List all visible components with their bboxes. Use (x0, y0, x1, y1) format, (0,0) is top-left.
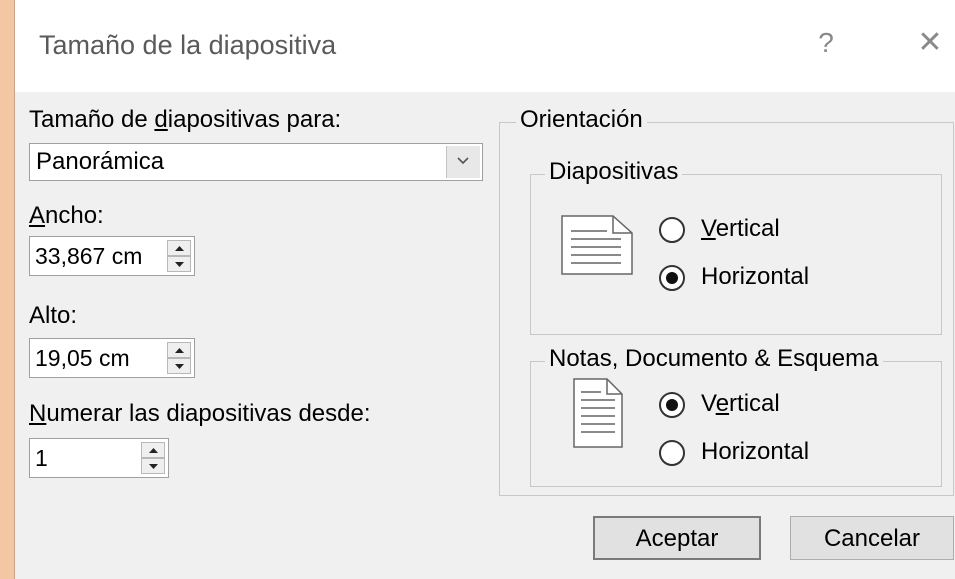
slide-size-label-mnemonic: d (154, 106, 168, 133)
width-label-mnemonic: A (29, 202, 46, 229)
width-increment-button[interactable] (167, 240, 191, 256)
landscape-page-icon (561, 215, 633, 275)
height-increment-button[interactable] (167, 342, 191, 358)
ok-button[interactable]: Aceptar (593, 516, 761, 560)
slides-horizontal-radio[interactable] (659, 265, 685, 291)
notes-legend: Notas, Documento & Esquema (545, 345, 883, 373)
orientation-group: Orientación Diapositivas Vertical Horizo… (499, 106, 954, 496)
notes-vertical-radio[interactable] (659, 392, 685, 418)
arrow-up-icon (175, 348, 184, 353)
numbering-label: Numerar las diapositivas desde: (29, 400, 371, 428)
help-icon[interactable]: ? (812, 27, 840, 59)
width-spinner[interactable]: 33,867 cm (29, 236, 195, 276)
notes-horizontal-radio[interactable] (659, 440, 685, 466)
width-label: Ancho: (29, 202, 104, 230)
height-decrement-button[interactable] (167, 358, 191, 374)
notes-vertical-pre: V (701, 390, 716, 417)
slides-vertical-mnemonic: V (701, 215, 716, 242)
title-bar: Tamaño de la diapositiva ? ✕ (15, 0, 955, 92)
slides-legend: Diapositivas (545, 158, 683, 186)
slide-size-value: Panorámica (36, 148, 165, 175)
numbering-increment-button[interactable] (141, 442, 165, 458)
width-value: 33,867 cm (35, 243, 143, 269)
height-label: Alto: (29, 302, 78, 329)
close-icon[interactable]: ✕ (915, 27, 945, 59)
arrow-down-icon (175, 262, 184, 267)
arrow-up-icon (175, 246, 184, 251)
slide-size-label-post: iapositivas para: (167, 106, 342, 133)
numbering-label-post: umerar las diapositivas desde: (46, 400, 371, 427)
slide-size-select[interactable]: Panorámica (29, 143, 483, 181)
height-spin-buttons (167, 342, 191, 374)
slide-size-label: Tamaño de diapositivas para: (29, 106, 341, 134)
slides-orientation-group: Diapositivas Vertical Horizontal (530, 158, 942, 335)
slides-vertical-post: ertical (715, 215, 780, 242)
portrait-page-icon (573, 378, 623, 448)
slide-size-label-pre: Tamaño de (29, 106, 155, 133)
numbering-decrement-button[interactable] (141, 458, 165, 474)
arrow-up-icon (149, 448, 158, 453)
notes-horizontal-label: Horizontal (701, 438, 810, 465)
notes-vertical-mnemonic: e (715, 390, 730, 417)
numbering-spinner[interactable]: 1 (29, 438, 169, 478)
arrow-down-icon (175, 364, 184, 369)
dialog-body: Tamaño de diapositivas para: Panorámica … (15, 92, 955, 579)
orientation-legend: Orientación (516, 106, 647, 134)
numbering-spin-buttons (141, 442, 165, 474)
chevron-down-icon[interactable] (446, 146, 480, 178)
slide-size-dialog: Tamaño de la diapositiva ? ✕ Tamaño de d… (14, 0, 955, 579)
numbering-label-mnemonic: N (29, 400, 47, 427)
notes-vertical-label: Vertical (701, 390, 780, 418)
cancel-button[interactable]: Cancelar (790, 516, 954, 560)
height-spinner[interactable]: 19,05 cm (29, 338, 195, 378)
arrow-down-icon (149, 464, 158, 469)
slides-vertical-label: Vertical (701, 215, 780, 243)
numbering-value: 1 (35, 445, 48, 471)
notes-vertical-post: rtical (729, 390, 780, 417)
dialog-title: Tamaño de la diapositiva (39, 30, 337, 60)
slides-horizontal-label: Horizontal (701, 263, 810, 290)
notes-orientation-group: Notas, Documento & Esquema Vertical Hori… (530, 345, 942, 487)
height-value: 19,05 cm (35, 345, 130, 371)
width-spin-buttons (167, 240, 191, 272)
width-decrement-button[interactable] (167, 256, 191, 272)
width-label-post: ncho: (45, 202, 104, 229)
slides-vertical-radio[interactable] (659, 217, 685, 243)
